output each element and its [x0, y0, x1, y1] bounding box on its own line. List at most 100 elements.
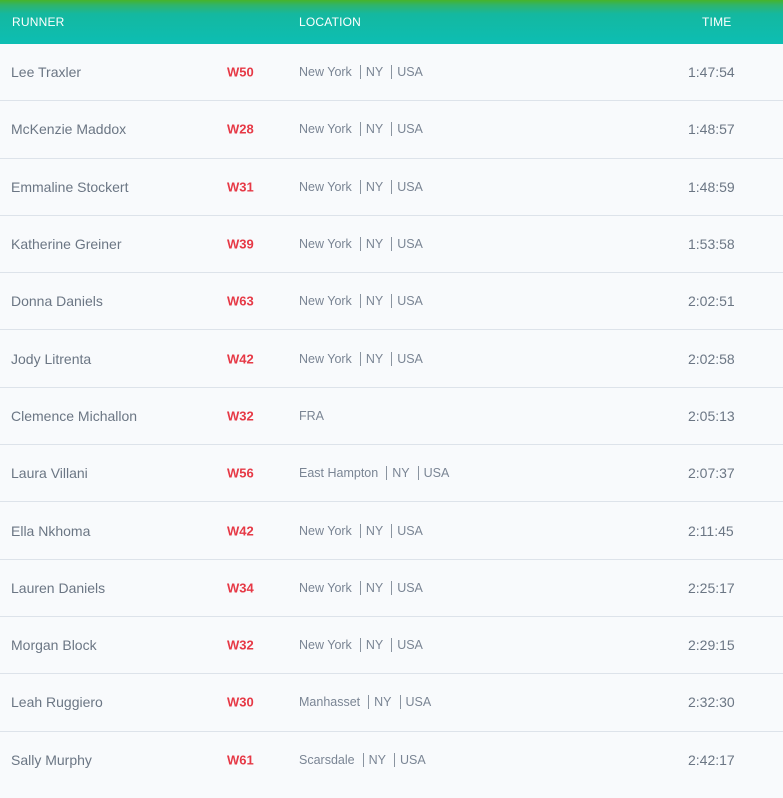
location-state: NY: [365, 638, 384, 653]
location-separator: [391, 237, 393, 252]
runner-name[interactable]: Morgan Block: [11, 637, 97, 653]
table-row[interactable]: Morgan Block W32 New York NY USA 2:29:15: [0, 616, 783, 675]
location-separator: [359, 65, 361, 80]
location-state: NY: [374, 695, 392, 710]
runner-location: New York NY USA: [299, 65, 423, 80]
location-country: USA: [397, 523, 423, 538]
location-state: NY: [365, 179, 384, 194]
age-division: W56: [227, 465, 254, 481]
location-separator: [391, 122, 393, 137]
location-column-header[interactable]: LOCATION: [299, 15, 361, 29]
table-row[interactable]: Leah Ruggiero W30 Manhasset NY USA 2:32:30: [0, 674, 783, 732]
location-city: New York: [299, 351, 352, 366]
table-row[interactable]: Jody Litrenta W42 New York NY USA 2:02:58: [0, 330, 783, 388]
location-separator: [399, 695, 401, 710]
runner-name[interactable]: Donna Daniels: [11, 293, 103, 309]
runner-location: East Hampton NY USA: [299, 466, 450, 481]
location-city: New York: [299, 179, 352, 194]
runner-name[interactable]: Sally Murphy: [11, 752, 92, 768]
runner-location: Scarsdale NY USA: [299, 753, 426, 768]
finish-time: 2:05:13: [688, 407, 735, 424]
location-country: USA: [397, 294, 423, 309]
location-city: Scarsdale: [299, 753, 355, 768]
runner-name[interactable]: Katherine Greiner: [11, 236, 122, 252]
runner-location: New York NY USA: [299, 638, 423, 653]
table-row[interactable]: McKenzie Maddox W28 New York NY USA 1:48:57: [0, 101, 783, 159]
location-separator: [391, 351, 393, 366]
runner-location: New York NY USA: [299, 122, 423, 137]
age-division: W39: [227, 236, 254, 252]
runner-name[interactable]: McKenzie Maddox: [11, 121, 126, 137]
location-city: New York: [299, 237, 352, 252]
table-row[interactable]: Lauren Daniels W34 New York NY USA 2:25:17: [0, 559, 783, 617]
location-separator: [417, 466, 419, 481]
location-state: NY: [365, 294, 384, 309]
location-separator: [359, 638, 361, 653]
table-row[interactable]: Ella Nkhoma W42 New York NY USA 2:11:45: [0, 502, 783, 560]
finish-time: 2:32:30: [688, 694, 735, 711]
location-country: USA: [397, 122, 423, 137]
table-row[interactable]: Donna Daniels W63 New York NY USA 2:02:51: [0, 273, 783, 331]
runner-name[interactable]: Emmaline Stockert: [11, 179, 128, 195]
runner-name[interactable]: Laura Villani: [11, 465, 88, 481]
finish-time: 2:02:51: [688, 293, 735, 310]
finish-time: 1:53:58: [688, 236, 735, 253]
results-table: RUNNER LOCATION TIME Lee Traxler W50 New Y…: [0, 0, 783, 798]
age-division: W42: [227, 523, 254, 539]
runner-location: New York NY USA: [299, 351, 423, 366]
location-separator: [391, 523, 393, 538]
finish-time: 1:47:54: [688, 64, 735, 81]
finish-time: 2:29:15: [688, 637, 735, 654]
finish-time: 2:11:45: [688, 522, 734, 539]
location-country: USA: [405, 695, 432, 710]
location-separator: [359, 523, 361, 538]
runner-name[interactable]: Leah Ruggiero: [11, 694, 103, 710]
runner-location: New York NY USA: [299, 294, 423, 309]
age-division: W50: [227, 64, 254, 80]
location-city: New York: [299, 65, 352, 80]
finish-time: 2:07:37: [688, 465, 735, 482]
runner-name[interactable]: Ella Nkhoma: [11, 523, 90, 539]
age-division: W32: [227, 408, 254, 424]
age-division: W32: [227, 637, 254, 653]
location-country: USA: [397, 580, 423, 595]
location-separator: [393, 753, 395, 768]
table-row[interactable]: Sally Murphy W61 Scarsdale NY USA 2:42:17: [0, 731, 783, 789]
table-row[interactable]: Lee Traxler W50 New York NY USA 1:47:54: [0, 44, 783, 102]
location-city: New York: [299, 122, 352, 137]
table-row[interactable]: Emmaline Stockert W31 New York NY USA 1:48:59: [0, 158, 783, 216]
location-separator: [359, 237, 361, 252]
runner-location: Manhasset NY USA: [299, 695, 432, 710]
location-state: NY: [368, 753, 386, 768]
location-separator: [359, 179, 361, 194]
location-state: NY: [365, 523, 384, 538]
table-row[interactable]: Laura Villani W56 East Hampton NY USA 2:07:37: [0, 445, 783, 503]
location-country: USA: [397, 237, 423, 252]
table-row[interactable]: Katherine Greiner W39 New York NY USA 1:53:58: [0, 215, 783, 274]
table-row[interactable]: Clemence Michallon W32 FRA 2:05:13: [0, 387, 783, 446]
runner-location: FRA: [299, 409, 324, 423]
location-separator: [391, 294, 393, 309]
location-separator: [359, 351, 361, 366]
location-country: USA: [397, 179, 423, 194]
runner-name[interactable]: Clemence Michallon: [11, 408, 137, 424]
location-country: USA: [423, 466, 450, 481]
location-separator: [386, 466, 388, 481]
location-separator: [391, 580, 393, 595]
age-division: W34: [227, 580, 254, 596]
location-separator: [359, 294, 361, 309]
location-city: New York: [299, 523, 352, 538]
location-country: USA: [399, 753, 426, 768]
location-separator: [391, 179, 393, 194]
runner-location: New York NY USA: [299, 237, 423, 252]
time-column-header[interactable]: TIME: [702, 15, 731, 29]
location-city: New York: [299, 294, 352, 309]
runner-column-header[interactable]: RUNNER: [12, 15, 65, 29]
location-separator: [359, 122, 361, 137]
runner-name[interactable]: Jody Litrenta: [11, 351, 91, 367]
finish-time: 1:48:59: [688, 178, 735, 195]
table-body: Lee Traxler W50 New York NY USA 1:47:54 McKenz…: [0, 44, 783, 789]
runner-location: New York NY USA: [299, 523, 423, 538]
runner-name[interactable]: Lauren Daniels: [11, 580, 105, 596]
runner-name[interactable]: Lee Traxler: [11, 64, 81, 80]
